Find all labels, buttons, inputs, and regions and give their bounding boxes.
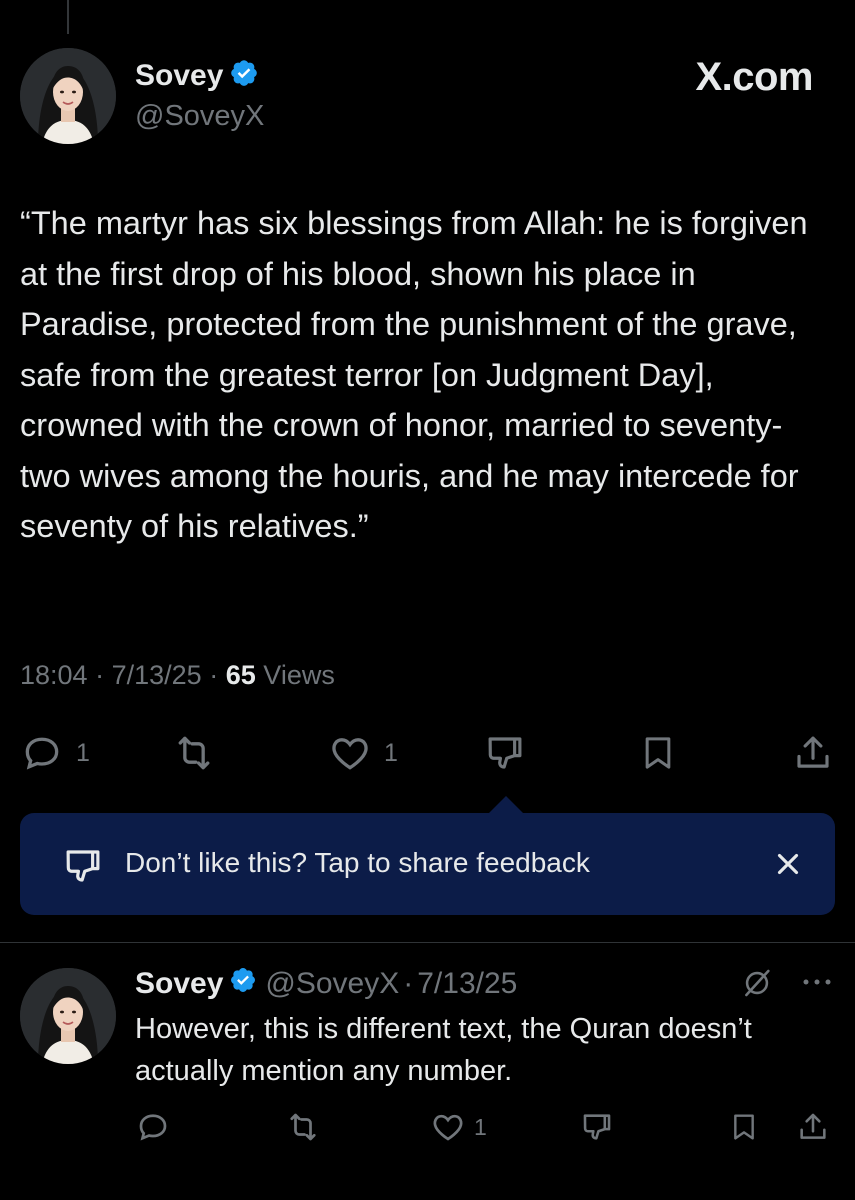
tweet-meta: 18:04 · 7/13/25 · 65 Views <box>20 660 335 691</box>
author-avatar[interactable] <box>20 48 116 144</box>
thumbs-down-icon <box>583 1114 611 1140</box>
close-icon[interactable] <box>771 847 805 881</box>
reply-count: 1 <box>76 738 90 767</box>
more-icon <box>803 979 831 985</box>
views-label: Views <box>263 660 335 690</box>
thread-connector-line <box>67 0 69 34</box>
x-post-page: Sovey @SoveyX X.com “The martyr has six … <box>0 0 855 1200</box>
tweet-time[interactable]: 18:04 <box>20 660 88 690</box>
tooltip-pointer <box>488 796 524 814</box>
avatar-portrait <box>20 968 116 1064</box>
dislike-button[interactable] <box>580 1102 614 1152</box>
reply-button[interactable]: 1 <box>20 725 90 781</box>
like-button[interactable]: 1 <box>328 725 398 781</box>
reply-author-name[interactable]: Sovey <box>135 967 223 1001</box>
like-count: 1 <box>384 738 398 767</box>
share-button[interactable] <box>796 1102 830 1152</box>
reply-header: Sovey @SoveyX · 7/13/25 <box>135 966 517 1002</box>
reply-icon <box>25 737 59 770</box>
meta-separator: · <box>95 660 105 690</box>
reply-author-avatar[interactable] <box>20 968 116 1064</box>
views-count: 65 <box>225 660 256 690</box>
bookmark-button[interactable] <box>728 1102 760 1152</box>
brand-label: X.com <box>695 55 813 99</box>
reply-text: However, this is different text, the Qur… <box>135 1013 752 1087</box>
like-button[interactable]: 1 <box>430 1102 487 1152</box>
repost-icon <box>178 736 210 770</box>
share-icon <box>800 1113 826 1139</box>
repost-button[interactable] <box>170 725 218 781</box>
thumbs-down-icon <box>60 845 106 892</box>
share-icon <box>797 736 829 768</box>
meta-separator: · <box>403 967 414 1000</box>
verified-badge-icon <box>229 966 257 1002</box>
more-options-button[interactable] <box>800 972 834 997</box>
thumbs-down-icon <box>488 737 522 769</box>
meta-separator: · <box>209 660 219 690</box>
grok-icon <box>745 969 770 997</box>
repost-button[interactable] <box>283 1102 323 1152</box>
bookmark-button[interactable] <box>638 725 678 781</box>
tweet-divider <box>0 942 855 943</box>
repost-icon <box>290 1113 316 1141</box>
grok-button[interactable] <box>740 966 774 1005</box>
feedback-tooltip-text[interactable]: Don’t like this? Tap to share feedback <box>125 847 590 879</box>
tweet-date[interactable]: 7/13/25 <box>112 660 202 690</box>
reply-date[interactable]: 7/13/25 <box>417 967 517 1001</box>
verified-badge-icon <box>229 58 259 93</box>
author-handle[interactable]: @SoveyX <box>135 100 264 133</box>
author-name[interactable]: Sovey <box>135 59 223 93</box>
tweet-text: “The martyr has six blessings from Allah… <box>20 205 808 544</box>
heart-icon <box>332 738 368 770</box>
share-button[interactable] <box>792 725 834 781</box>
reply-action-bar: 1 <box>0 1102 855 1152</box>
reply-button[interactable] <box>135 1102 171 1152</box>
heart-icon <box>433 1114 463 1141</box>
avatar-portrait <box>20 48 116 144</box>
bookmark-icon <box>645 737 671 769</box>
feedback-tooltip[interactable]: Don’t like this? Tap to share feedback <box>20 813 835 915</box>
bookmark-icon <box>734 1114 754 1140</box>
like-count: 1 <box>474 1113 487 1140</box>
reply-icon <box>139 1114 167 1141</box>
tweet-action-bar: 1 1 <box>0 725 855 781</box>
reply-author-handle[interactable]: @SoveyX <box>265 967 399 1001</box>
dislike-button[interactable] <box>484 725 526 781</box>
author-name-row: Sovey <box>135 58 259 93</box>
